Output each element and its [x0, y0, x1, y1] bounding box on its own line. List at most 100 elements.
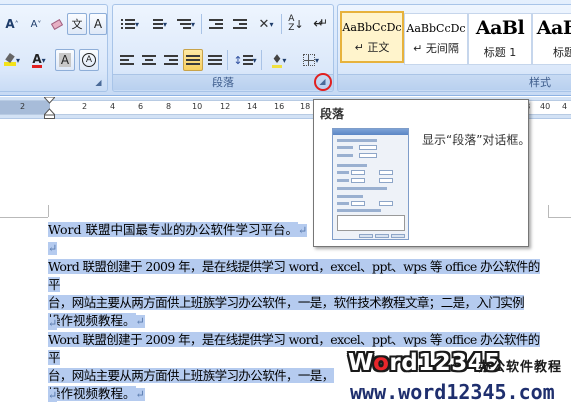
ruler-number: 8 [166, 102, 172, 111]
align-center-button[interactable] [139, 49, 159, 71]
document-line: 台，网站主要从两方面供上班族学习办公软件，一是，软件技术教程文章；二是，入门实例 [48, 295, 525, 310]
justify-button[interactable] [183, 49, 203, 71]
watermark-url: www.word12345.com [350, 380, 555, 404]
phonetic-guide-label: 文 [71, 18, 83, 31]
line-spacing-icon: ↕ [233, 53, 243, 67]
grow-font-button[interactable]: A ˄ [1, 13, 23, 35]
ruler-number: 4 [110, 102, 116, 111]
style-no-spacing-name: ↵ 无间隔 [413, 42, 459, 55]
style-normal-sample: AaBbCcDc [342, 21, 402, 34]
paint-bucket-icon: ♦ [271, 51, 283, 68]
char-border-label: A [93, 17, 103, 31]
styles-group-label: 样式 [338, 74, 571, 90]
paragraph-group-label: 段落 [113, 74, 333, 90]
style-heading-1[interactable]: AaBl 标题 1 [468, 13, 532, 65]
align-left-button[interactable] [117, 49, 137, 71]
style-normal[interactable]: AaBbCcDc ↵ 正文 [340, 11, 404, 63]
paragraph-mark: ↵ [48, 242, 58, 255]
style-title[interactable]: AaBb 标题 [532, 13, 571, 65]
char-shading-label: A [58, 53, 72, 67]
indent-marker-icon[interactable] [44, 97, 55, 119]
multilevel-list-icon [176, 18, 191, 30]
multilevel-list-button[interactable]: ▾ [173, 13, 199, 35]
margin-guide [548, 217, 571, 218]
sort-button[interactable]: A Z ↓ [285, 13, 307, 35]
font-group: A ˄ A ˅ 文 A ▾ A ▾ A A ◢ [0, 4, 108, 92]
font-color-button[interactable]: A ▾ [27, 49, 51, 71]
paragraph-mark: ↵ [297, 224, 308, 237]
text-direction-button[interactable]: ↵ [316, 12, 330, 34]
numbering-icon [149, 18, 163, 30]
thumbnail-titlebar [333, 129, 408, 135]
document-line: 台，网站主要从两方面供上班族学习办公软件，一是， [48, 368, 334, 383]
ruler-number: 2 [20, 102, 26, 111]
thumbnail-preview [337, 215, 405, 231]
style-no-spacing[interactable]: AaBbCcDc ↵ 无间隔 [404, 13, 468, 65]
clear-format-button[interactable] [49, 13, 65, 35]
enclose-char-label: A [82, 53, 96, 67]
text-direction-icon: ↵ [317, 16, 329, 30]
paragraph-tooltip: 段落 显示“段落”对话框。 [313, 99, 531, 247]
numbering-button[interactable]: ▾ [145, 13, 171, 35]
align-left-icon [120, 54, 134, 66]
shading-button[interactable]: ♦ ▾ [265, 49, 293, 71]
shrink-font-button[interactable]: A ˅ [25, 13, 47, 35]
chinese-layout-icon: ✕ [258, 16, 270, 32]
borders-button[interactable]: ▾ [297, 49, 325, 71]
tooltip-description: 显示“段落”对话框。 [422, 133, 531, 147]
eraser-icon [50, 18, 64, 30]
style-title-name: 标题 [553, 46, 571, 59]
ruler-number: 14 [247, 102, 258, 111]
ruler-number: 12 [220, 102, 231, 111]
ruler-number: 10 [192, 102, 203, 111]
paragraph-dialog-thumbnail [332, 128, 409, 240]
line-spacing-button[interactable]: ↕ ▾ [231, 49, 259, 71]
launcher-highlight-circle [314, 73, 332, 91]
font-color-label: A [32, 51, 42, 68]
style-heading-1-name: 标题 1 [483, 46, 517, 59]
align-right-icon [164, 54, 178, 66]
style-heading-1-sample: AaBl [475, 17, 525, 39]
chinese-layout-button[interactable]: ✕ ▾ [253, 13, 279, 35]
align-center-icon [142, 54, 156, 66]
decrease-indent-button[interactable] [205, 13, 227, 35]
grow-font-label: A [5, 17, 15, 31]
phonetic-guide-button[interactable]: 文 [67, 13, 87, 35]
ruler-number: 4 [562, 102, 568, 111]
margin-guide [48, 205, 49, 217]
separator [281, 14, 282, 34]
increase-indent-icon [233, 18, 247, 30]
bullets-button[interactable]: ▾ [117, 13, 143, 35]
tooltip-title: 段落 [320, 107, 345, 121]
separator [201, 14, 202, 34]
char-border-button[interactable]: A [89, 13, 107, 35]
enclose-char-button[interactable]: A [79, 49, 99, 71]
paragraph-group: ▾ ▾ ▾ ✕ ▾ A Z ↓ ↵ ↕ ▾ ♦ ▾ ▾ 段落 ◢ [112, 4, 334, 92]
highlighter-icon [3, 53, 16, 66]
justify-icon [186, 54, 200, 66]
ruler-number: 16 [274, 102, 285, 111]
ruler-number: 40 [540, 102, 551, 111]
highlight-color-button[interactable]: ▾ [1, 49, 23, 71]
ruler-number: 18 [300, 102, 311, 111]
ruler-number: 2 [82, 102, 88, 111]
shrink-font-label: A [30, 18, 38, 30]
char-shading-button[interactable]: A [55, 49, 75, 71]
margin-guide [548, 205, 549, 217]
font-dialog-launcher-icon[interactable]: ◢ [93, 77, 104, 88]
document-line: Word 联盟中国最专业的办公软件学习平台。 [48, 222, 298, 237]
distributed-button[interactable] [205, 49, 225, 71]
align-right-button[interactable] [161, 49, 181, 71]
separator [227, 50, 228, 70]
increase-indent-button[interactable] [229, 13, 251, 35]
watermark-subtitle: 办公软件教程 [478, 360, 563, 375]
style-normal-name: ↵ 正文 [354, 41, 390, 54]
separator [261, 50, 262, 70]
distributed-icon [208, 54, 222, 66]
bullets-icon [120, 18, 135, 30]
decrease-indent-icon [209, 18, 223, 30]
borders-icon [302, 54, 315, 66]
document-line: Word 联盟创建于 2009 年，是在线提供学习 word，excel、ppt… [48, 259, 540, 292]
ruler-number: 6 [138, 102, 144, 111]
ribbon: A ˄ A ˅ 文 A ▾ A ▾ A A ◢ ▾ ▾ ▾ ✕ ▾ A Z ↓ … [0, 0, 571, 96]
